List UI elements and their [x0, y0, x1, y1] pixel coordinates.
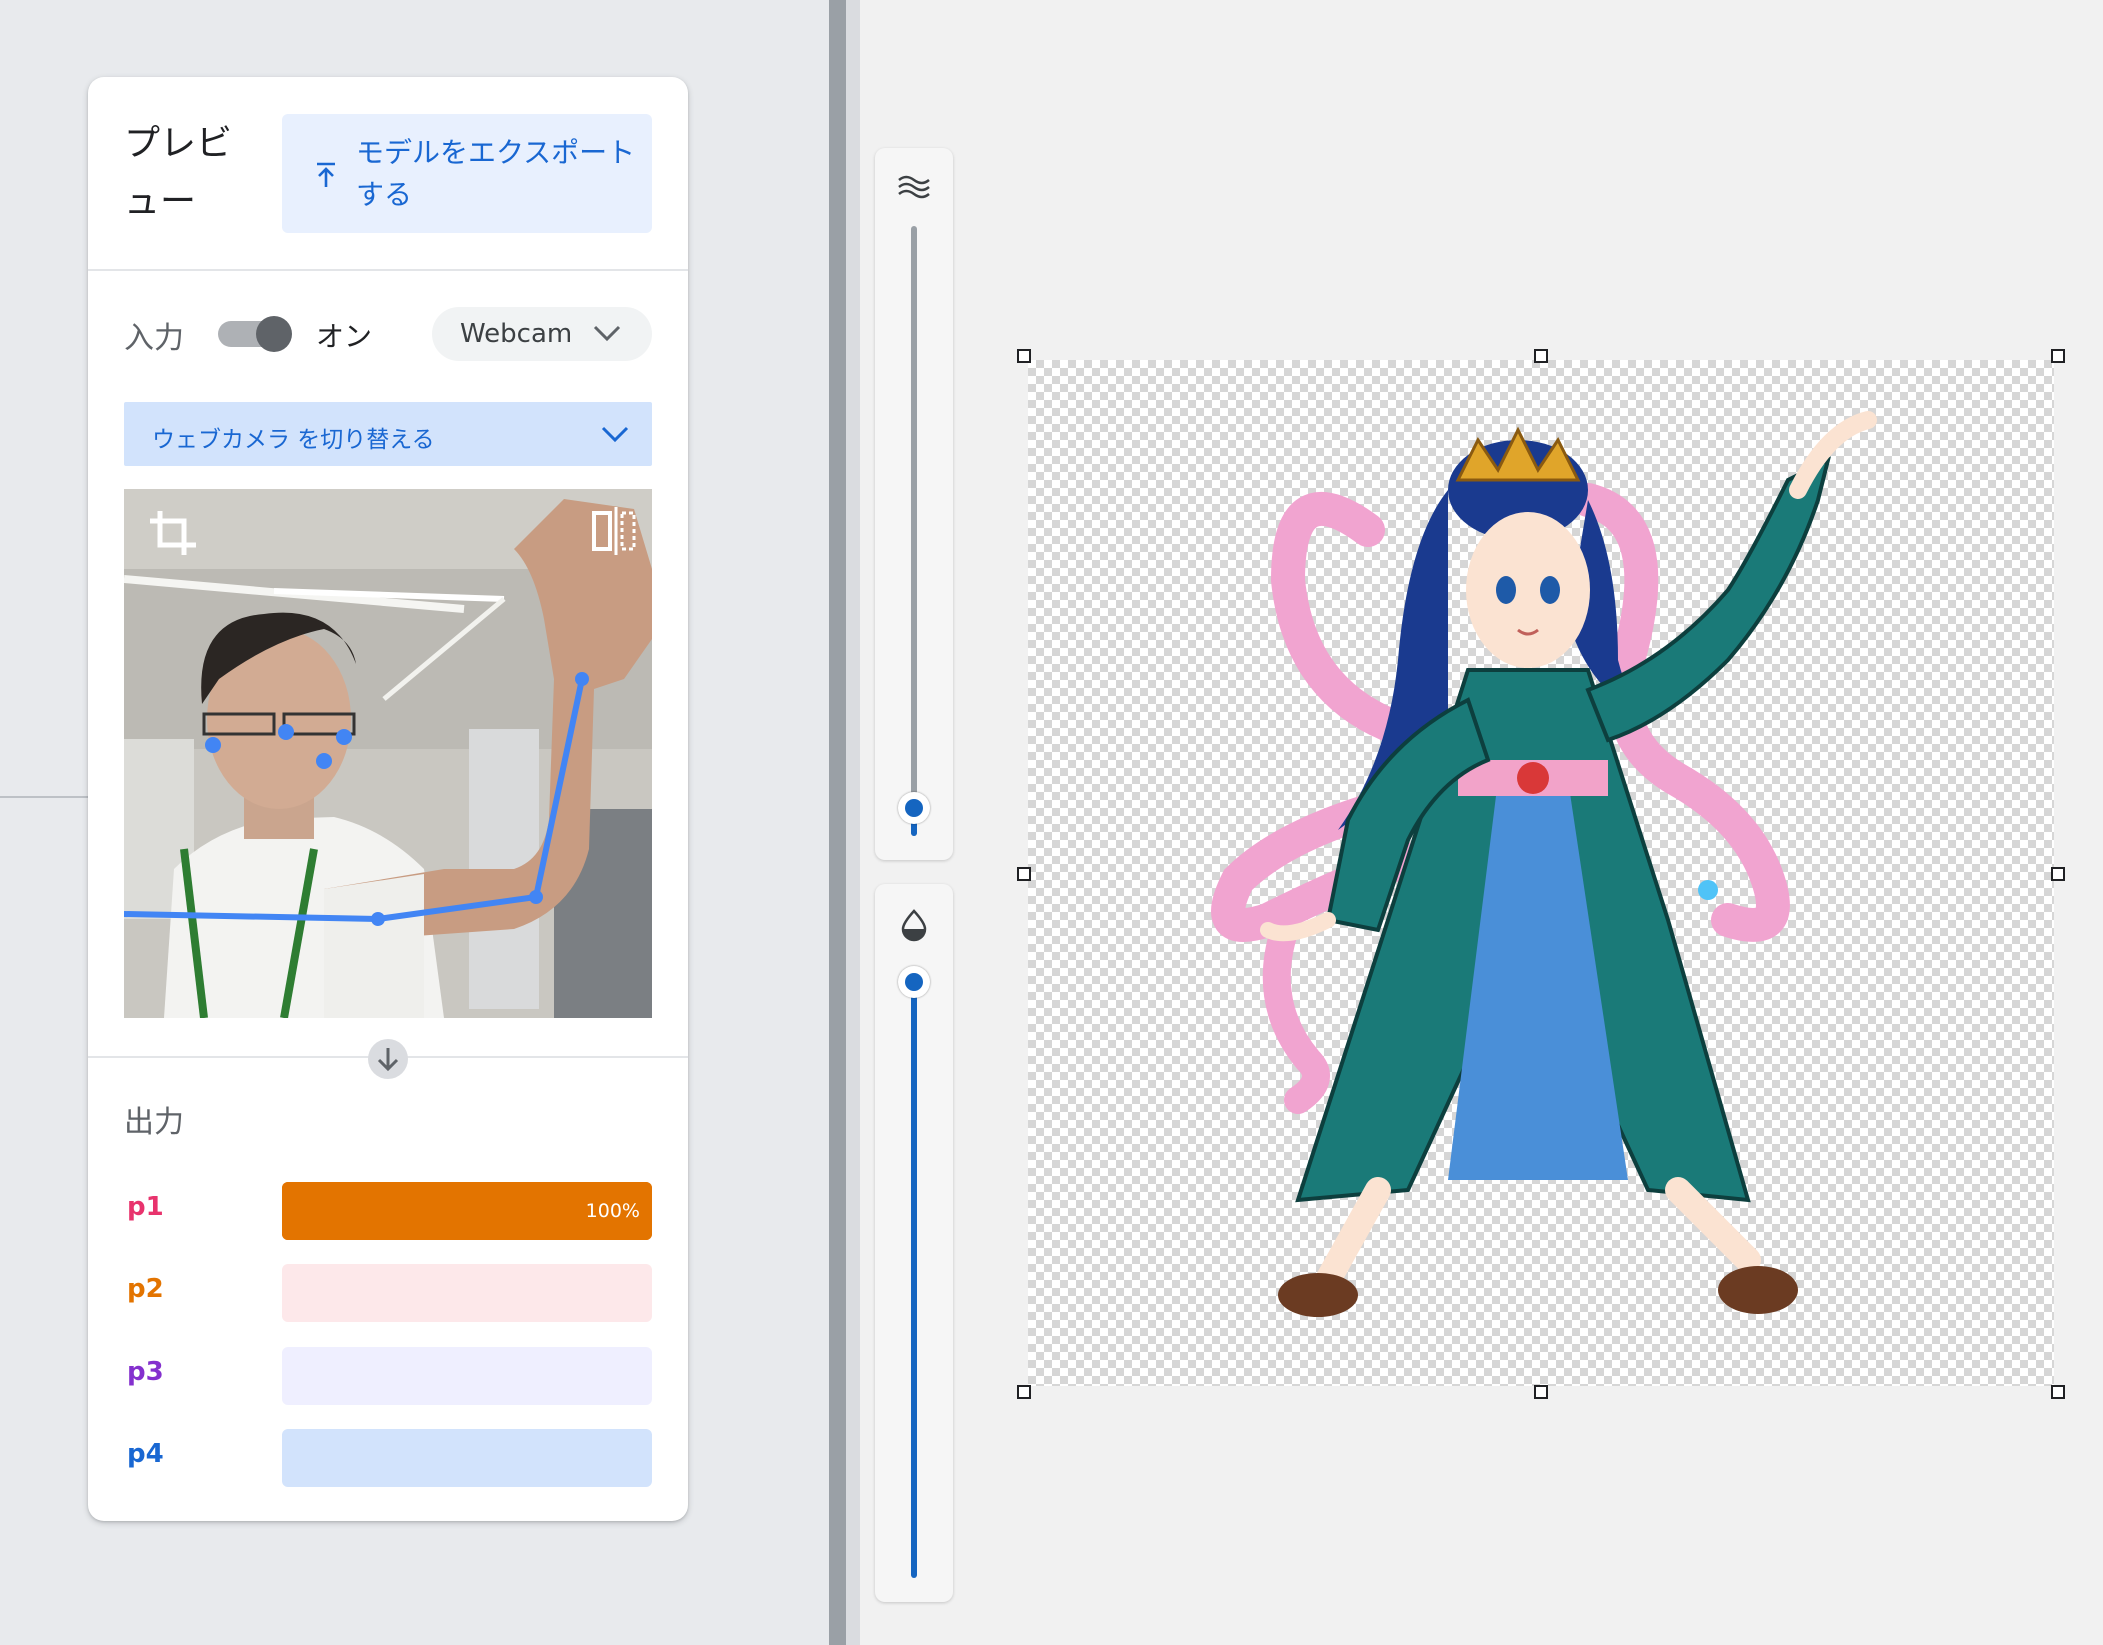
confidence-bar — [282, 1429, 652, 1487]
chevron-down-icon — [601, 426, 629, 443]
output-label: 出力 — [124, 1105, 184, 1140]
arrow-down-icon — [368, 1039, 408, 1079]
resize-handle-top-left[interactable] — [1017, 349, 1031, 363]
connector-line — [0, 796, 88, 798]
waves-slider-thumb[interactable] — [898, 792, 930, 824]
export-model-button[interactable]: モデルをエクスポートする — [282, 114, 652, 233]
waves-slider-track[interactable] — [911, 226, 917, 836]
resize-handle-right[interactable] — [2051, 867, 2065, 881]
confidence-percent: 100% — [585, 1200, 640, 1222]
resize-handle-bottom[interactable] — [1534, 1385, 1548, 1399]
class-row-p2: p2 — [124, 1264, 652, 1322]
resize-handle-top-right[interactable] — [2051, 349, 2065, 363]
input-source-dropdown[interactable]: Webcam — [432, 307, 652, 361]
opacity-slider-thumb[interactable] — [898, 966, 930, 998]
input-toggle[interactable] — [218, 316, 292, 352]
input-label: 入力 — [124, 321, 184, 356]
class-row-p4: p4 — [124, 1429, 652, 1487]
preview-panel: プレビュー モデルをエクスポートする 入力 オン Webcam ウェブカメラ を… — [88, 77, 688, 1521]
character-illustration — [1211, 411, 1877, 1317]
resize-handle-top[interactable] — [1534, 349, 1548, 363]
confidence-bar — [282, 1264, 652, 1322]
chevron-down-icon — [593, 325, 621, 342]
pane-splitter-edge — [846, 0, 860, 1645]
toggle-state-label: オン — [316, 320, 373, 353]
class-row-p1: p1 100% — [124, 1182, 652, 1240]
class-name: p1 — [127, 1192, 164, 1222]
pane-splitter[interactable] — [829, 0, 846, 1645]
header-divider — [88, 269, 688, 271]
class-name: p3 — [127, 1357, 164, 1387]
top-slider-card — [875, 148, 953, 860]
bottom-slider-card — [875, 884, 953, 1602]
resize-handle-bottom-right[interactable] — [2051, 1385, 2065, 1399]
confidence-bar — [282, 1347, 652, 1405]
resize-handle-left[interactable] — [1017, 867, 1031, 881]
left-workspace: プレビュー モデルをエクスポートする 入力 オン Webcam ウェブカメラ を… — [0, 0, 827, 1645]
class-name: p4 — [127, 1439, 164, 1469]
resize-handle-bottom-left[interactable] — [1017, 1385, 1031, 1399]
input-source-value: Webcam — [460, 319, 573, 349]
switch-camera-label: ウェブカメラ を切り替える — [152, 427, 435, 453]
waves-icon — [898, 175, 930, 199]
webcam-feed — [124, 489, 652, 1018]
webcam-preview — [124, 489, 652, 1018]
opacity-slider-track[interactable] — [911, 982, 917, 1578]
toggle-thumb — [256, 316, 292, 352]
class-name: p2 — [127, 1274, 164, 1304]
class-row-p3: p3 — [124, 1347, 652, 1405]
preview-title: プレビュー — [124, 123, 233, 222]
upload-icon — [317, 162, 335, 187]
export-model-label: モデルをエクスポートする — [356, 136, 636, 211]
confidence-bar: 100% — [282, 1182, 652, 1240]
opacity-icon — [901, 909, 927, 942]
switch-camera-dropdown[interactable]: ウェブカメラ を切り替える — [124, 402, 652, 466]
